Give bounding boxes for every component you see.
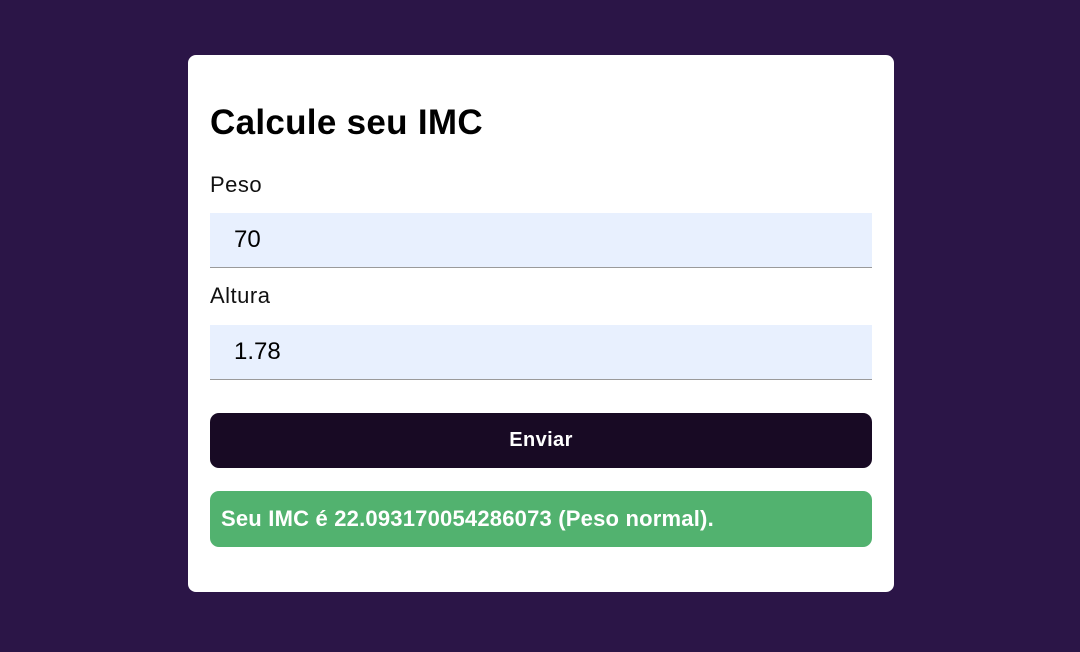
height-input[interactable] [210,325,872,380]
height-label: Altura [210,283,271,308]
weight-input[interactable] [210,213,872,268]
bmi-result-banner: Seu IMC é 22.093170054286073 (Peso norma… [210,491,872,547]
submit-button[interactable]: Enviar [210,413,872,468]
bmi-calculator-card: Calcule seu IMC Peso Altura Enviar Seu I… [188,55,894,592]
weight-label: Peso [210,172,263,197]
page-title: Calcule seu IMC [210,103,483,142]
